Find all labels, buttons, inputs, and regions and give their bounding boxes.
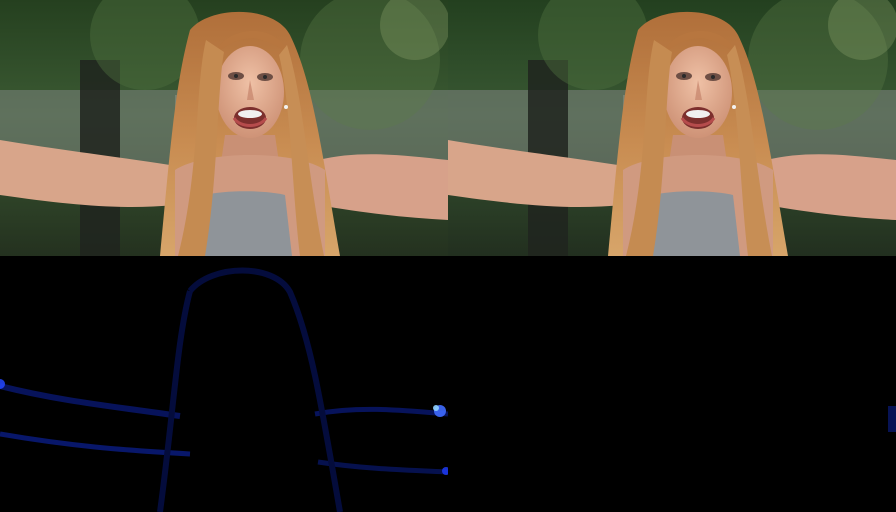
image-grid xyxy=(0,0,896,512)
photo-panel-right xyxy=(448,0,896,256)
blue-outline-mask-left xyxy=(0,256,448,512)
photo-panel-left xyxy=(0,0,448,256)
dark-mask-right xyxy=(448,256,896,512)
woman-photo-left xyxy=(0,0,448,256)
mask-panel-left xyxy=(0,256,448,512)
woman-photo-right xyxy=(448,0,896,256)
mask-panel-right xyxy=(448,256,896,512)
